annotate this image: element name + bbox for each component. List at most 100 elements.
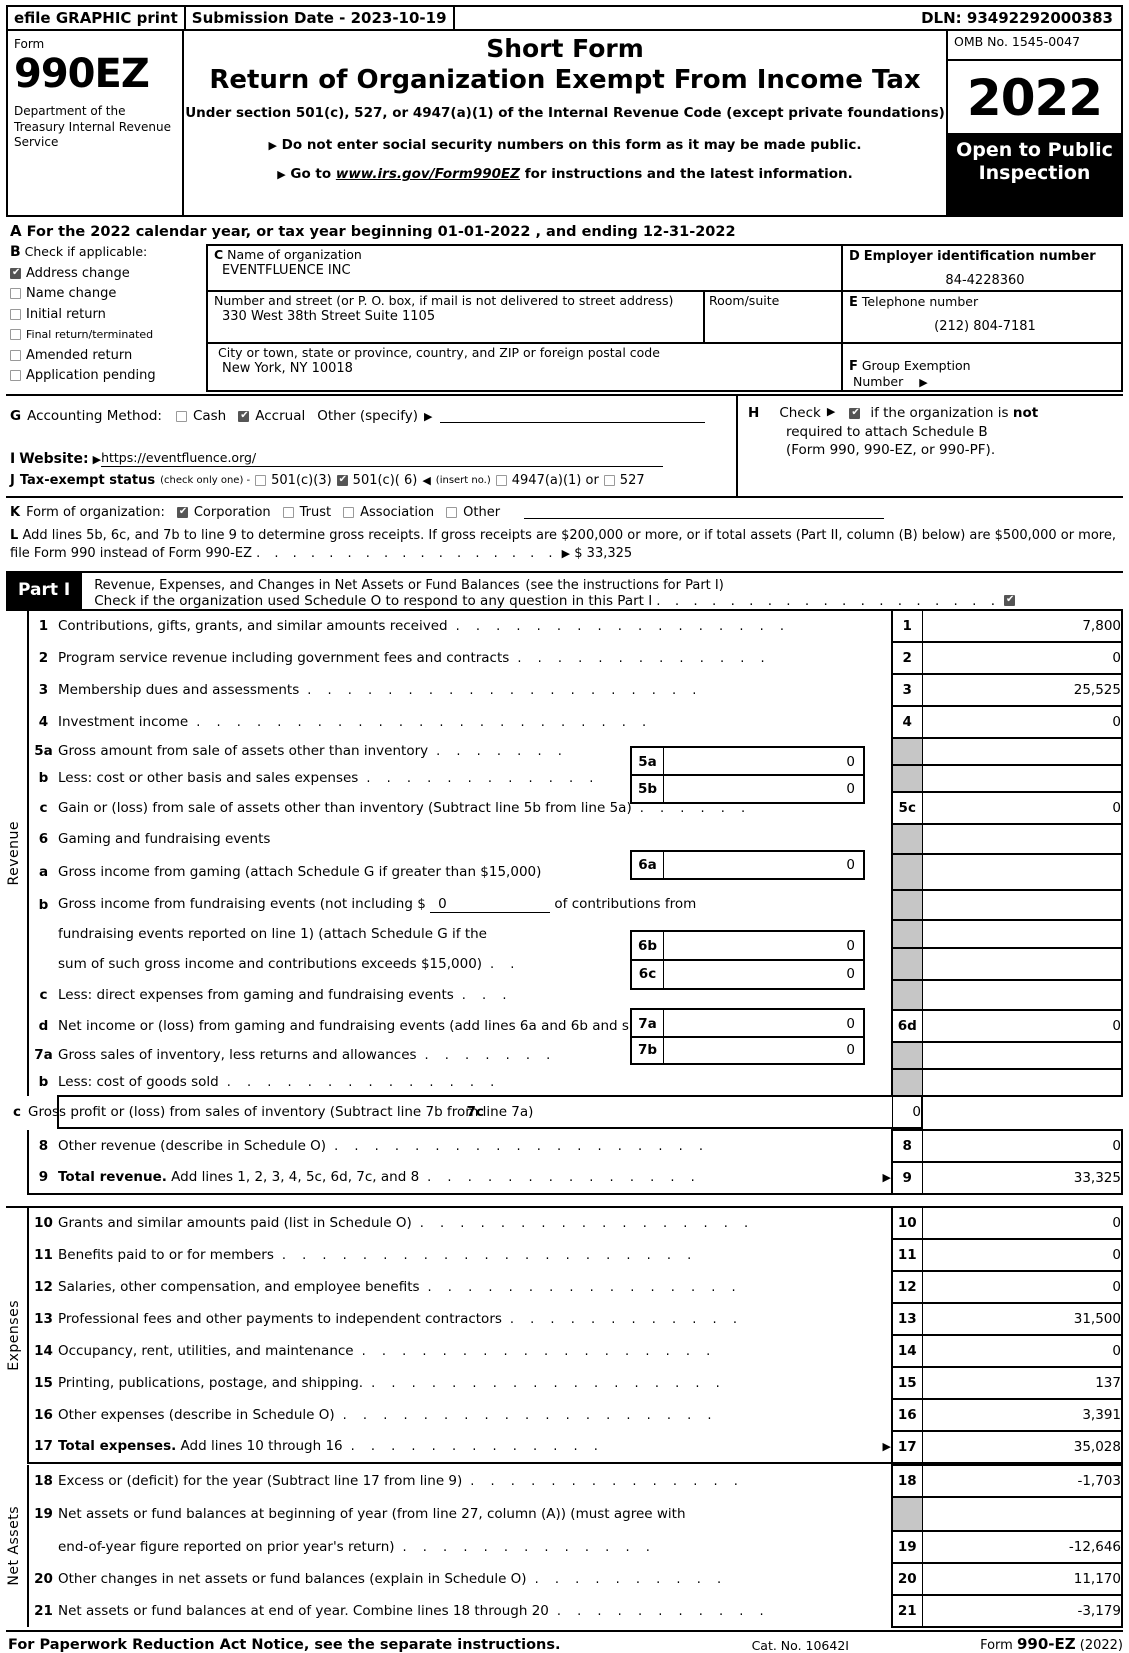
line-number: 21 xyxy=(34,1602,53,1619)
irs-form990ez-link[interactable]: www.irs.gov/Form990EZ xyxy=(336,166,520,182)
checkbox-icon[interactable] xyxy=(10,370,21,382)
table-row: end-of-year figure reported on prior yea… xyxy=(6,1529,1123,1564)
line-value[interactable]: 7,800 xyxy=(921,608,1123,643)
telephone-label: Telephone number xyxy=(861,294,979,309)
checkbox-trust[interactable] xyxy=(282,507,294,518)
line-value[interactable]: -12,646 xyxy=(921,1529,1123,1564)
line-number-blank xyxy=(28,920,58,948)
schedule-o-check-text: Check if the organization used Schedule … xyxy=(94,592,653,609)
checkbox-initial-return[interactable]: Initial return xyxy=(10,304,206,325)
checkbox-icon[interactable] xyxy=(10,329,21,341)
line-value[interactable]: 0 xyxy=(891,1094,923,1129)
section-d-letter: D xyxy=(849,249,860,264)
checkbox-accrual-checked[interactable] xyxy=(238,410,250,422)
paperwork-notice: For Paperwork Reduction Act Notice, see … xyxy=(8,1636,561,1653)
checkbox-address-change[interactable]: Address change xyxy=(10,263,206,284)
line-ref-number: 14 xyxy=(891,1333,922,1368)
checkbox-icon[interactable] xyxy=(10,288,21,300)
line-ref-number: 12 xyxy=(891,1269,922,1304)
checkbox-527[interactable] xyxy=(603,475,615,486)
line-value[interactable]: 0 xyxy=(921,1333,1123,1368)
checkbox-cash[interactable] xyxy=(175,410,187,422)
checkbox-501c3[interactable] xyxy=(255,475,267,486)
shaded-cell xyxy=(891,736,922,766)
leader-dots: . . . . . . . . . . . . . . . . xyxy=(427,1279,742,1295)
line-value[interactable]: -3,179 xyxy=(921,1593,1123,1628)
line-desc-text: Excess or (deficit) for the year (Subtra… xyxy=(58,1472,463,1489)
revenue-table: Revenue 1 Contributions, gifts, grants, … xyxy=(6,608,1123,1129)
line-6b-text-part1: Gross income from fundraising events (no… xyxy=(58,896,426,913)
checkbox-label: Initial return xyxy=(26,306,106,322)
line-value[interactable]: 33,325 xyxy=(921,1160,1123,1195)
checkbox-name-change[interactable]: Name change xyxy=(10,284,206,305)
midbox-value-5b[interactable]: 0 xyxy=(664,776,863,802)
checkbox-icon[interactable] xyxy=(10,308,21,320)
midbox-value-6c[interactable]: 0 xyxy=(664,961,863,988)
checkbox-amended-return[interactable]: Amended return xyxy=(10,345,206,366)
group-exemption-label: Group Exemption xyxy=(861,358,971,373)
midbox-value-6b[interactable]: 0 xyxy=(664,932,863,959)
line-value[interactable]: 137 xyxy=(921,1365,1123,1400)
section-i-website: I Website: ▶ https://eventfluence.org/ xyxy=(10,450,736,467)
line-number: d xyxy=(38,1017,49,1034)
line-number: b xyxy=(38,896,49,913)
line-value[interactable]: 3,391 xyxy=(921,1397,1123,1432)
other-org-input[interactable] xyxy=(524,506,885,519)
leader-dots: . . . . . . . . . . . . . . xyxy=(427,1170,701,1186)
checkbox-schedule-b-checked[interactable] xyxy=(849,408,861,419)
checkbox-association[interactable] xyxy=(343,507,355,518)
midbox-value-5a[interactable]: 0 xyxy=(664,748,863,774)
line-description: Total revenue. Add lines 1, 2, 3, 4, 5c,… xyxy=(58,1161,892,1195)
line-value[interactable]: 0 xyxy=(921,1205,1123,1240)
midbox-value-7a[interactable]: 0 xyxy=(664,1010,863,1036)
form-number-990ez: 990EZ xyxy=(14,51,150,97)
efile-header-bar: efile GRAPHIC print Submission Date - 20… xyxy=(6,5,1123,31)
line-value[interactable]: 31,500 xyxy=(921,1301,1123,1336)
line-value[interactable]: 25,525 xyxy=(921,672,1123,707)
checkbox-application-pending[interactable]: Application pending xyxy=(10,366,206,387)
line-value[interactable]: 0 xyxy=(921,640,1123,675)
checkbox-501c6-checked[interactable] xyxy=(336,475,348,486)
line-value[interactable]: 35,028 xyxy=(921,1429,1123,1464)
website-url[interactable]: https://eventfluence.org/ xyxy=(101,450,664,467)
line-value[interactable]: 0 xyxy=(921,1128,1123,1163)
line-value[interactable]: 0 xyxy=(921,704,1123,739)
table-row: a Gross income from gaming (attach Sched… xyxy=(6,852,1123,891)
footer-form-prefix: Form xyxy=(980,1637,1017,1653)
midbox-value-6a[interactable]: 0 xyxy=(664,852,863,878)
line-desc-text: Other changes in net assets or fund bala… xyxy=(58,1570,527,1587)
line-value[interactable]: 0 xyxy=(921,1269,1123,1304)
checkbox-icon-checked[interactable] xyxy=(10,267,21,279)
line-desc-text: Occupancy, rent, utilities, and maintena… xyxy=(58,1342,354,1359)
checkbox-icon[interactable] xyxy=(10,349,21,361)
other-specify-input[interactable] xyxy=(440,409,706,423)
checkbox-final-return-terminated[interactable]: Final return/terminated xyxy=(10,325,206,346)
line-number-blank xyxy=(28,1531,58,1563)
line-value[interactable]: 0 xyxy=(921,790,1123,825)
line-desc-text: Grants and similar amounts paid (list in… xyxy=(58,1215,412,1232)
table-row: 7a Gross sales of inventory, less return… xyxy=(6,1040,1123,1070)
bullet-goto-irs: ▶ Go to www.irs.gov/Form990EZ for instru… xyxy=(184,166,946,182)
table-row: b Less: cost or other basis and sales ex… xyxy=(6,763,1123,793)
checkbox-schedule-o-checked[interactable] xyxy=(1004,595,1016,607)
leader-dots: . . . . . . . . . . . . . . . . . . . xyxy=(656,592,1001,609)
section-h-line1: H Check ▶ if the organization is not xyxy=(748,404,1123,423)
line-value[interactable]: 0 xyxy=(921,1008,1123,1043)
fundraising-contributions-input[interactable]: 0 xyxy=(430,896,551,914)
line-description: Occupancy, rent, utilities, and maintena… xyxy=(58,1335,892,1367)
line-desc-text: Add lines 1, 2, 3, 4, 5c, 6d, 7c, and 8 xyxy=(166,1169,420,1186)
section-e-letter: E xyxy=(849,295,858,310)
checkbox-other-org[interactable] xyxy=(446,507,458,518)
website-label: Website: xyxy=(19,451,89,467)
line-value[interactable]: 11,170 xyxy=(921,1561,1123,1596)
org-name-box: C Name of organization EVENTFLUENCE INC xyxy=(208,246,841,292)
leader-dots: . . . . . . . . . . . . . . xyxy=(470,1473,744,1489)
checkbox-corporation-checked[interactable] xyxy=(176,507,188,518)
checkbox-4947a1[interactable] xyxy=(495,475,507,486)
line-value[interactable]: -1,703 xyxy=(921,1463,1123,1498)
line-ref-number: 10 xyxy=(891,1205,922,1240)
line-value[interactable]: 0 xyxy=(921,1237,1123,1272)
table-row: 21 Net assets or fund balances at end of… xyxy=(6,1593,1123,1628)
midbox-value-7b[interactable]: 0 xyxy=(664,1038,863,1063)
insert-no-label: (insert no.) xyxy=(435,475,491,486)
